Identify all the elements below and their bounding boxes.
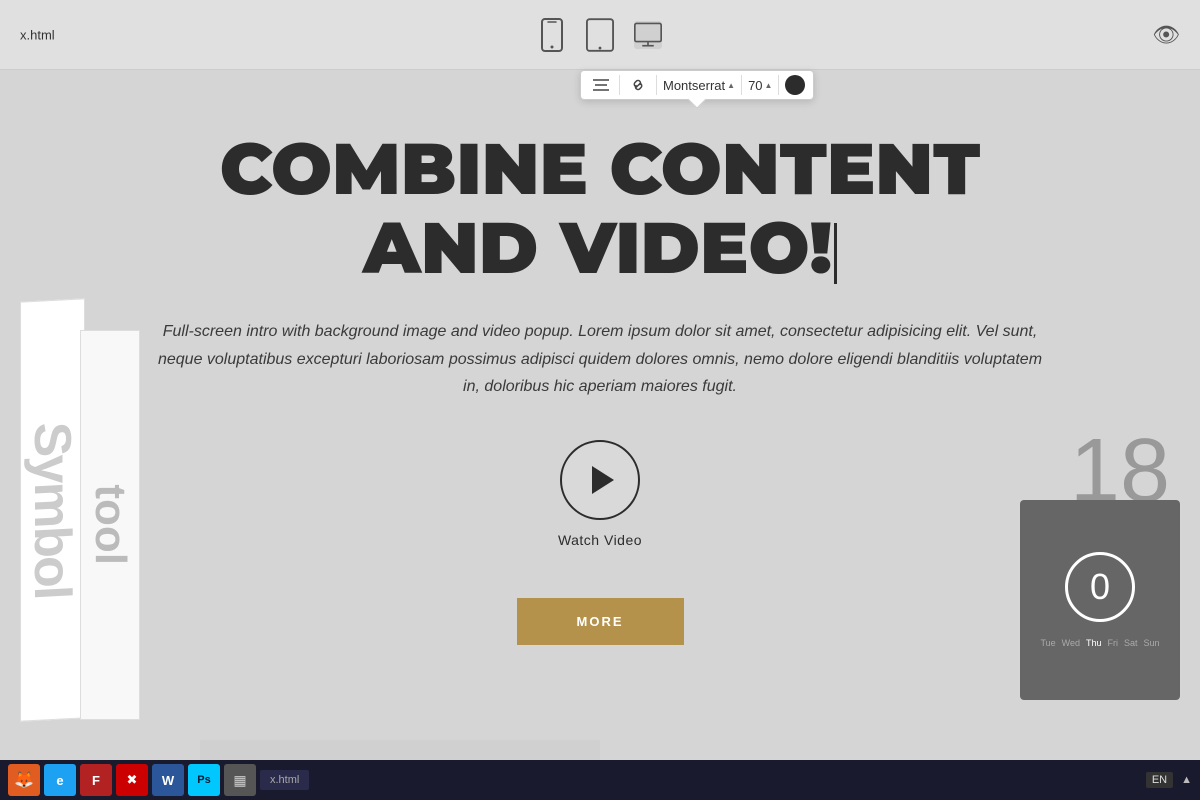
desktop-icon[interactable] bbox=[634, 21, 662, 49]
hero-section: Symbol tool 18 0 Tue Wed Thu Fri Sat Sun… bbox=[0, 70, 1200, 800]
hero-content: COMBINE CONTENT and VIDEO! Full-screen i… bbox=[0, 130, 1200, 645]
link-button[interactable] bbox=[626, 75, 650, 95]
font-caret-icon: ▲ bbox=[727, 81, 735, 90]
text-toolbar: Montserrat ▲ 70 ▲ bbox=[580, 70, 814, 100]
font-selector[interactable]: Montserrat ▲ bbox=[663, 78, 735, 93]
watch-video-label: Watch Video bbox=[558, 532, 642, 548]
device-switcher bbox=[538, 21, 662, 49]
taskbar-time: ▲ bbox=[1181, 774, 1192, 786]
watch-video-button[interactable]: Watch Video bbox=[40, 440, 1160, 548]
taskbar-language: EN bbox=[1146, 772, 1173, 788]
toolbar-sep-1 bbox=[619, 75, 620, 95]
browser-title: x.html bbox=[20, 27, 55, 42]
tablet-icon[interactable] bbox=[586, 21, 614, 49]
taskbar-right: EN ▲ bbox=[1146, 772, 1192, 788]
more-button[interactable]: MORE bbox=[517, 598, 684, 645]
taskbar-photoshop-icon[interactable]: Ps bbox=[188, 764, 220, 796]
toolbar-sep-3 bbox=[741, 75, 742, 95]
play-circle bbox=[560, 440, 640, 520]
play-triangle-icon bbox=[592, 466, 614, 494]
taskbar-filezilla-icon[interactable]: F bbox=[80, 764, 112, 796]
taskbar-firefox-icon[interactable]: 🦊 bbox=[8, 764, 40, 796]
taskbar-ie-icon[interactable]: e bbox=[44, 764, 76, 796]
preview-eye-icon[interactable]: 👁 bbox=[1152, 22, 1180, 48]
toolbar-sep-4 bbox=[778, 75, 779, 95]
hero-subtitle: Full-screen intro with background image … bbox=[150, 318, 1050, 400]
taskbar-active-window[interactable]: x.html bbox=[260, 770, 309, 790]
font-size-selector[interactable]: 70 ▲ bbox=[748, 78, 772, 93]
taskbar-antivirus-icon[interactable]: ✖ bbox=[116, 764, 148, 796]
text-cursor bbox=[834, 223, 837, 284]
taskbar-misc-icon[interactable]: ▦ bbox=[224, 764, 256, 796]
taskbar-word-icon[interactable]: W bbox=[152, 764, 184, 796]
hero-title: COMBINE CONTENT and VIDEO! bbox=[40, 130, 1160, 288]
color-picker[interactable] bbox=[785, 75, 805, 95]
align-button[interactable] bbox=[589, 76, 613, 94]
browser-bar: x.html 👁 bbox=[0, 0, 1200, 70]
size-caret-icon: ▲ bbox=[765, 81, 773, 90]
phone-icon[interactable] bbox=[538, 21, 566, 49]
toolbar-sep-2 bbox=[656, 75, 657, 95]
taskbar: 🦊 e F ✖ W Ps ▦ x.html EN ▲ bbox=[0, 760, 1200, 800]
